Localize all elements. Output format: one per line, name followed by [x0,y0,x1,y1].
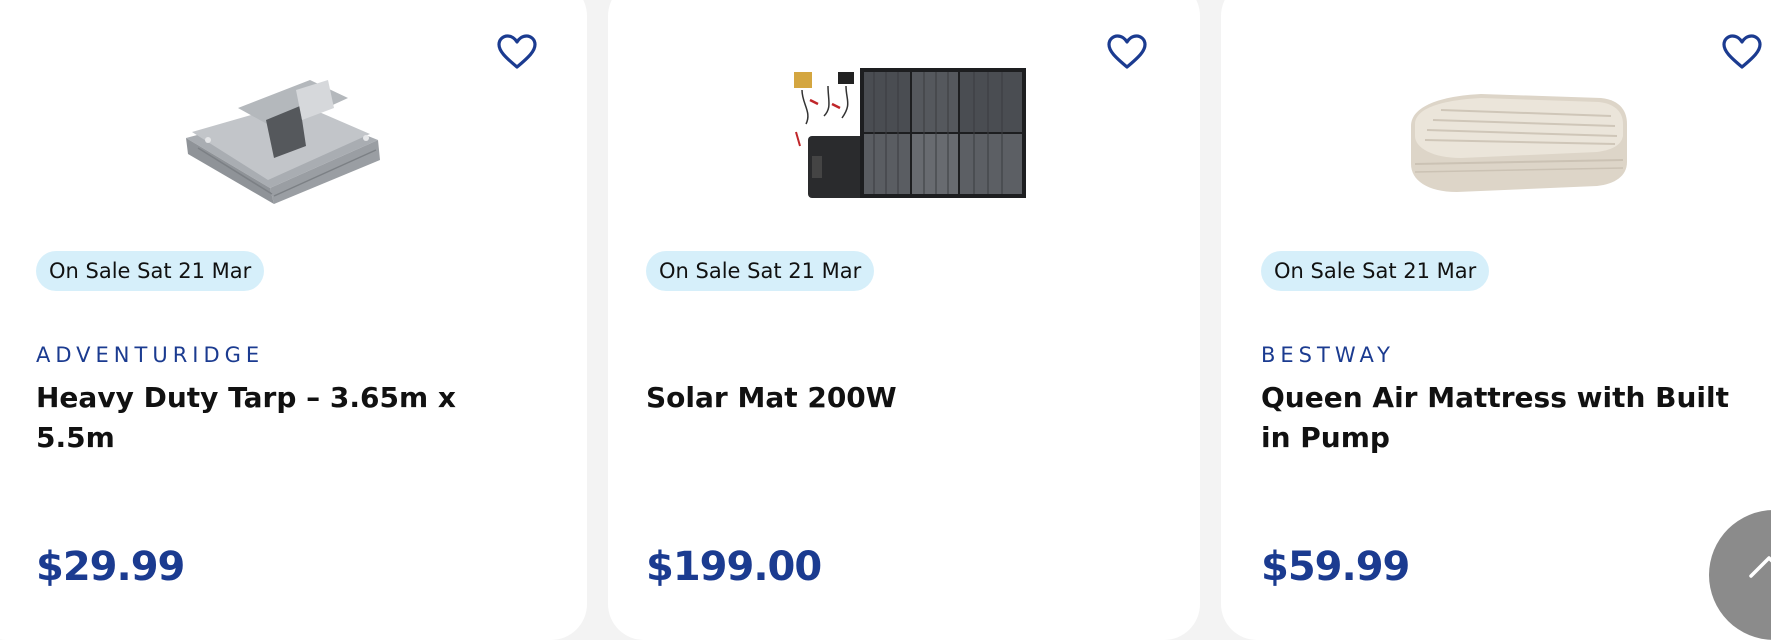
product-title[interactable]: Queen Air Mattress with Built in Pump [1261,378,1761,458]
chevron-up-icon [1749,556,1771,578]
product-brand: ADVENTURIDGE [36,343,265,367]
favourite-heart-icon[interactable] [1107,34,1147,70]
product-brand: BESTWAY [1261,343,1396,367]
on-sale-badge: On Sale Sat 21 Mar [646,251,875,291]
product-card[interactable]: On Sale Sat 21 Mar Solar Mat 200W $199.0… [608,0,1200,640]
product-price: $199.00 [646,544,822,590]
favourite-heart-icon[interactable] [1722,34,1762,70]
favourite-heart-icon[interactable] [497,34,537,70]
air-mattress-image[interactable] [1401,76,1631,206]
product-card[interactable]: On Sale Sat 21 Mar BESTWAY Queen Air Mat… [1221,0,1771,640]
on-sale-badge: On Sale Sat 21 Mar [36,251,265,291]
product-card[interactable]: On Sale Sat 21 Mar ADVENTURIDGE Heavy Du… [0,0,587,640]
product-price: $59.99 [1261,544,1410,590]
product-title[interactable]: Solar Mat 200W [646,378,1146,418]
solar-mat-image[interactable] [788,64,1030,204]
on-sale-badge: On Sale Sat 21 Mar [1261,251,1490,291]
product-price: $29.99 [36,544,185,590]
folded-tarp-image[interactable] [178,68,388,208]
product-title[interactable]: Heavy Duty Tarp – 3.65m x 5.5m [36,378,536,458]
